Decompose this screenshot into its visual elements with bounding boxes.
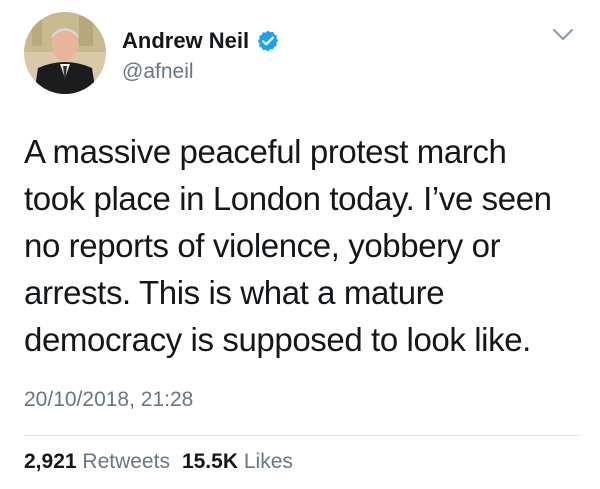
retweets-label: Retweets bbox=[82, 450, 170, 473]
tweet-timestamp[interactable]: 20/10/2018, 21:28 bbox=[24, 388, 193, 412]
retweets-stat[interactable]: 2,921 Retweets bbox=[24, 450, 170, 473]
tweet-header: Andrew Neil @afneil bbox=[24, 12, 580, 96]
avatar[interactable] bbox=[24, 12, 106, 94]
tweet-text-line: took place in London today. I’ve seen bbox=[24, 180, 552, 217]
likes-label: Likes bbox=[243, 450, 293, 473]
divider bbox=[24, 435, 580, 436]
tweet-text-line: arrests. This is what a mature bbox=[24, 274, 445, 311]
likes-count: 15.5K bbox=[181, 450, 238, 473]
verified-badge-icon bbox=[256, 29, 280, 53]
tweet-text-line: no reports of violence, yobbery or bbox=[24, 227, 501, 264]
tweet-text: A massive peaceful protest march took pl… bbox=[24, 128, 576, 363]
retweets-count: 2,921 bbox=[24, 450, 77, 473]
chevron-down-icon[interactable] bbox=[552, 28, 574, 42]
author-handle[interactable]: @afneil bbox=[122, 60, 194, 84]
tweet-stats: 2,921 Retweets 15.5K Likes bbox=[24, 450, 293, 474]
avatar-photo bbox=[24, 12, 106, 94]
author-display-name[interactable]: Andrew Neil bbox=[122, 28, 249, 54]
tweet-text-line: A massive peaceful protest march bbox=[24, 133, 507, 170]
author-name-row: Andrew Neil bbox=[122, 28, 280, 54]
tweet-text-line: democracy is supposed to look like. bbox=[24, 321, 531, 358]
likes-stat[interactable]: 15.5K Likes bbox=[182, 450, 293, 473]
